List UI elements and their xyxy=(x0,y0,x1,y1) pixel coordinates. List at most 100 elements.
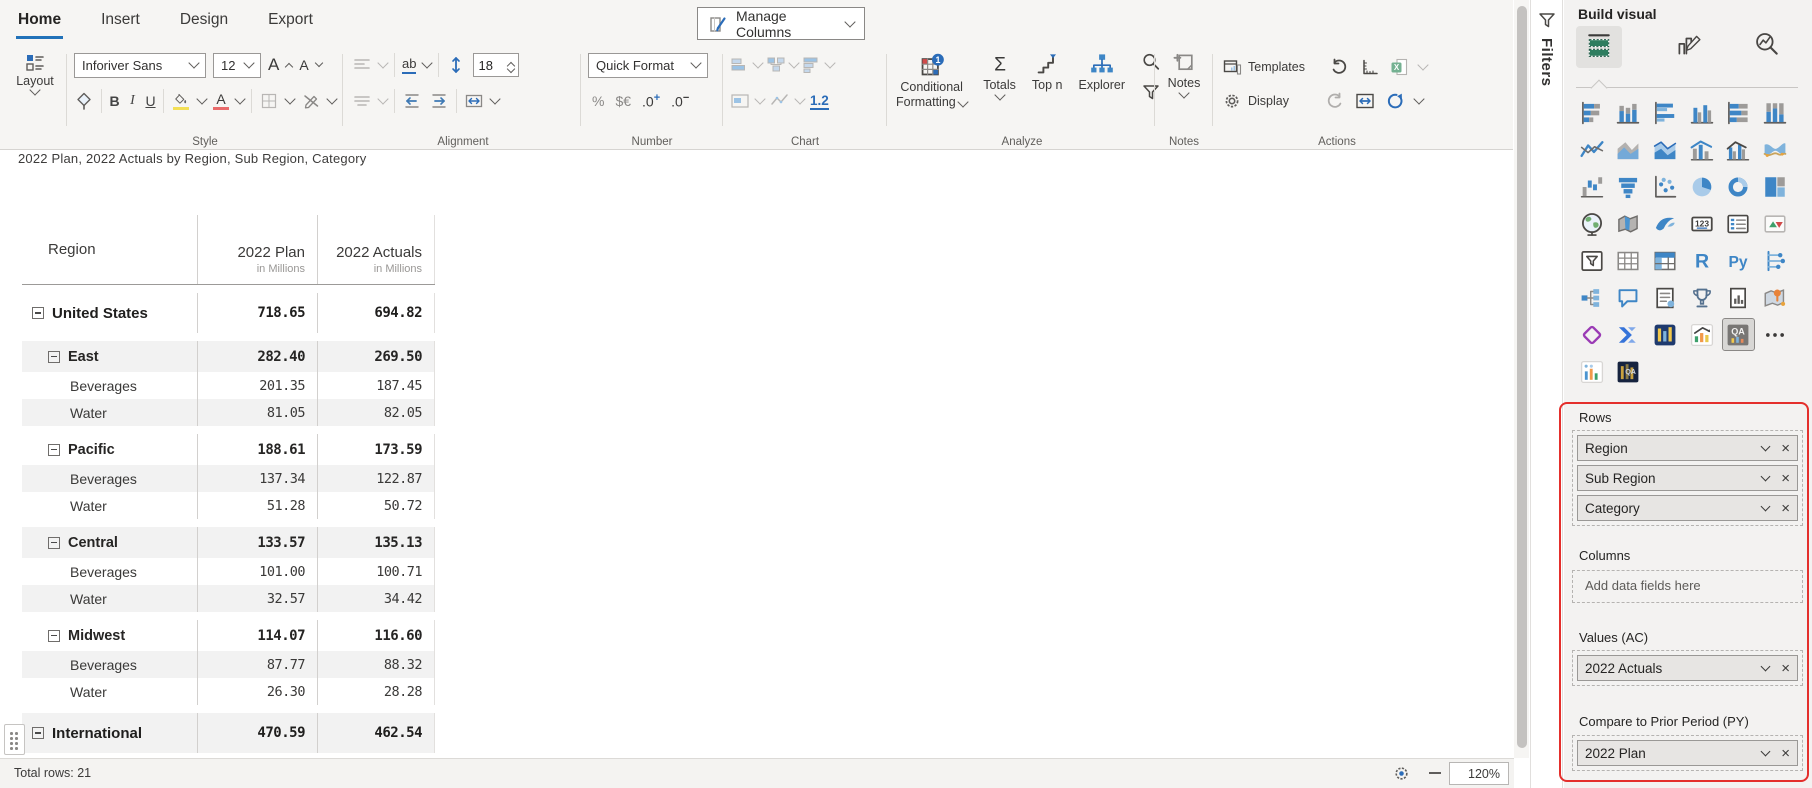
column-width-icon[interactable] xyxy=(464,91,484,111)
line-chart-icon[interactable] xyxy=(1576,134,1607,165)
tab-build-visual[interactable] xyxy=(1576,26,1622,68)
collapse-toggle-icon[interactable] xyxy=(48,630,60,642)
percent-format-button[interactable]: % xyxy=(592,93,604,109)
collapse-toggle-icon[interactable] xyxy=(48,351,60,363)
slicer-icon[interactable] xyxy=(1576,245,1607,276)
increase-decimal-button[interactable]: .0+ xyxy=(642,92,660,110)
stacked-bar-chart-icon[interactable] xyxy=(1576,97,1607,128)
chevron-down-icon[interactable] xyxy=(1761,501,1771,511)
azure-map-icon[interactable] xyxy=(1649,208,1680,239)
refresh-icon[interactable] xyxy=(1385,91,1405,111)
decrease-font-button[interactable]: A xyxy=(299,57,308,73)
tab-home[interactable]: Home xyxy=(16,5,63,39)
chevron-down-icon[interactable] xyxy=(1761,746,1771,756)
table-row[interactable]: Beverages101.00100.71 xyxy=(22,558,435,585)
decomposition-tree-icon[interactable] xyxy=(1576,282,1607,313)
area-chart-icon[interactable] xyxy=(1613,134,1644,165)
table-row[interactable]: Beverages137.34122.87 xyxy=(22,465,435,492)
fill-color-button[interactable] xyxy=(171,92,191,111)
table-row[interactable]: Pacific188.61173.59 xyxy=(22,434,435,465)
tab-design[interactable]: Design xyxy=(178,5,230,39)
table-drag-handle[interactable] xyxy=(4,724,25,755)
funnel-chart-icon[interactable] xyxy=(1613,171,1644,202)
format-painter-icon[interactable] xyxy=(74,91,94,111)
hierarchy-chart-icon[interactable] xyxy=(766,55,786,75)
tab-format-visual[interactable] xyxy=(1665,26,1711,68)
paginated-report-icon[interactable] xyxy=(1723,282,1754,313)
settings-gear-icon[interactable] xyxy=(1392,764,1411,783)
table-row[interactable]: International470.59462.54 xyxy=(22,713,435,753)
tab-analytics[interactable] xyxy=(1744,26,1790,68)
bar-chart-icon[interactable] xyxy=(730,55,750,75)
undo-icon[interactable] xyxy=(1329,57,1349,77)
chevron-down-icon[interactable] xyxy=(234,93,245,104)
borders-icon[interactable] xyxy=(259,91,279,111)
table-row[interactable]: Water26.3028.28 xyxy=(22,678,435,705)
chart-custom-icon[interactable] xyxy=(1686,319,1717,350)
totals-button[interactable]: Σ Totals xyxy=(983,52,1016,99)
field-pill[interactable]: 2022 Actuals× xyxy=(1577,655,1798,681)
columns-well[interactable]: Add data fields here xyxy=(1572,570,1803,603)
mini-bars-custom-icon[interactable] xyxy=(1576,356,1607,387)
fit-width-icon[interactable] xyxy=(1355,91,1375,111)
chevron-down-icon[interactable] xyxy=(1761,441,1771,451)
region-header-cell[interactable]: Region xyxy=(22,215,197,284)
chevron-down-icon[interactable] xyxy=(196,93,207,104)
field-pill[interactable]: Category× xyxy=(1577,495,1798,521)
hundred-stacked-bar-chart-icon[interactable] xyxy=(1723,97,1754,128)
bold-button[interactable]: B xyxy=(109,93,120,109)
ruler-icon[interactable] xyxy=(1359,57,1379,77)
table-row[interactable]: Water32.5734.42 xyxy=(22,585,435,612)
box-chart-icon[interactable] xyxy=(802,55,822,75)
decrease-decimal-button[interactable]: .0− xyxy=(671,92,689,110)
remove-field-icon[interactable]: × xyxy=(1781,501,1790,516)
layout-button[interactable]: Layout xyxy=(6,52,64,94)
table-row[interactable]: Beverages87.7788.32 xyxy=(22,651,435,678)
font-size-select[interactable]: 12 xyxy=(213,53,261,78)
remove-field-icon[interactable]: × xyxy=(1781,471,1790,486)
zoom-level-box[interactable]: 120% xyxy=(1449,762,1509,785)
font-color-button[interactable]: A xyxy=(213,92,229,111)
table-row[interactable]: Midwest114.07116.60 xyxy=(22,620,435,651)
compare-well[interactable]: 2022 Plan× xyxy=(1572,735,1803,771)
tab-export[interactable]: Export xyxy=(266,5,315,39)
stacked-column-chart-icon[interactable] xyxy=(1613,97,1644,128)
redo-icon[interactable] xyxy=(1325,91,1345,111)
inforiver-charts-icon[interactable]: QA xyxy=(1723,319,1754,350)
navy-qa-custom-icon[interactable]: QA xyxy=(1613,356,1644,387)
vertical-align-icon[interactable] xyxy=(352,91,372,111)
plan-header-cell[interactable]: 2022 Plan in Millions xyxy=(197,215,317,284)
top-n-button[interactable]: Top n xyxy=(1032,52,1063,93)
tab-insert[interactable]: Insert xyxy=(99,5,142,39)
smart-narrative-icon[interactable] xyxy=(1649,282,1680,313)
more-visuals-icon[interactable] xyxy=(1759,319,1790,350)
font-family-select[interactable]: Inforiver Sans xyxy=(74,53,206,78)
multi-row-card-icon[interactable] xyxy=(1723,208,1754,239)
goals-icon[interactable] xyxy=(1686,282,1717,313)
display-button[interactable]: Display xyxy=(1222,91,1289,111)
remove-field-icon[interactable]: × xyxy=(1781,746,1790,761)
scatter-chart-icon[interactable] xyxy=(1649,171,1680,202)
remove-field-icon[interactable]: × xyxy=(1781,441,1790,456)
donut-chart-icon[interactable] xyxy=(1723,171,1754,202)
python-script-icon[interactable]: Py xyxy=(1723,245,1754,276)
filter-icon[interactable] xyxy=(1141,82,1161,102)
line-clustered-column-chart-icon[interactable] xyxy=(1723,134,1754,165)
filters-pane[interactable]: Filters xyxy=(1530,0,1563,788)
values-well[interactable]: 2022 Actuals× xyxy=(1572,650,1803,686)
rows-well[interactable]: Region×Sub Region×Category× xyxy=(1572,430,1803,526)
frame-chart-icon[interactable] xyxy=(730,91,750,111)
chevron-down-icon[interactable] xyxy=(1761,471,1771,481)
ribbon-chart-icon[interactable] xyxy=(1759,134,1790,165)
italic-button[interactable]: I xyxy=(127,93,138,109)
treemap-icon[interactable] xyxy=(1759,171,1790,202)
scrollbar-thumb[interactable] xyxy=(1517,6,1527,748)
waterfall-chart-icon[interactable] xyxy=(1576,171,1607,202)
qa-visual-icon[interactable] xyxy=(1613,282,1644,313)
table-row[interactable]: Water81.0582.05 xyxy=(22,399,435,426)
vertical-scrollbar[interactable] xyxy=(1514,0,1529,758)
clustered-column-chart-icon[interactable] xyxy=(1686,97,1717,128)
underline-button[interactable]: U xyxy=(145,93,156,109)
currency-format-button[interactable]: $€ xyxy=(615,93,631,109)
chevron-down-icon[interactable] xyxy=(326,93,337,104)
